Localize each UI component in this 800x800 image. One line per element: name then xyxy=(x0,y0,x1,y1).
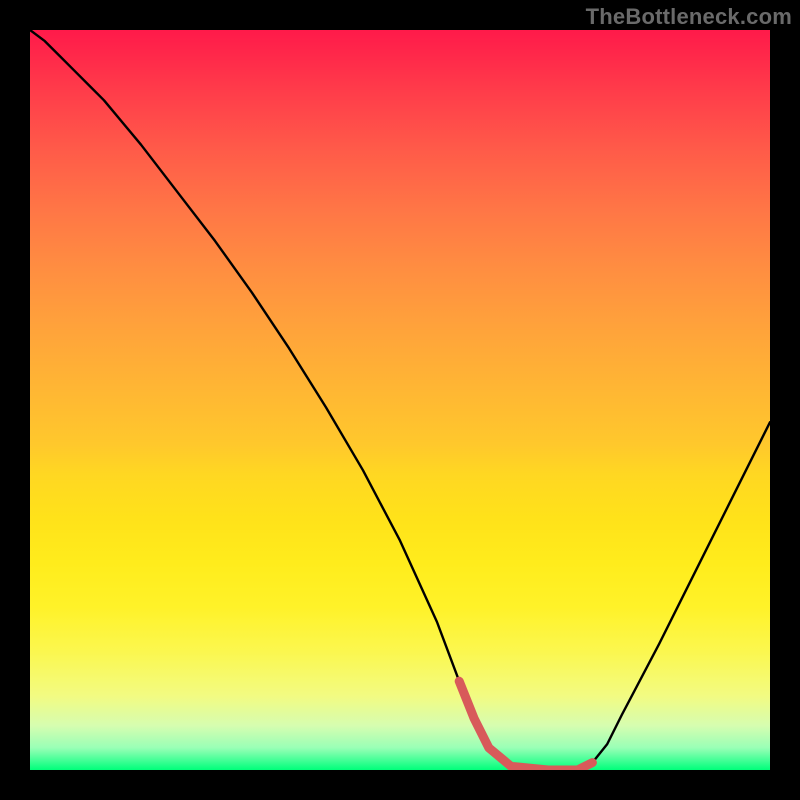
chart-frame: TheBottleneck.com xyxy=(0,0,800,800)
bottleneck-curve-line xyxy=(30,30,770,770)
watermark-text: TheBottleneck.com xyxy=(586,4,792,30)
plot-area xyxy=(30,30,770,770)
bottleneck-curve-svg xyxy=(30,30,770,770)
bottleneck-highlight-line xyxy=(459,681,592,770)
